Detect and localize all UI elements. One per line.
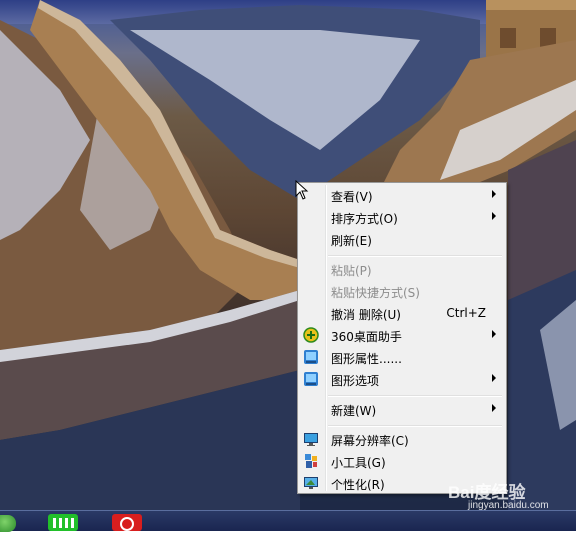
menu-item-label: 屏幕分辨率(C) (331, 434, 409, 448)
screen-resolution-icon (303, 431, 319, 447)
menu-item-undo-delete[interactable]: 撤消 删除(U) Ctrl+Z (300, 303, 504, 325)
menu-item-paste: 粘贴(P) (300, 259, 504, 281)
menu-item-graphics-options[interactable]: 图形选项 (300, 369, 504, 391)
menu-item-label: 粘贴(P) (331, 264, 372, 278)
gadgets-icon (303, 453, 319, 469)
netease-music-app-icon[interactable] (112, 514, 142, 531)
iqiyi-app-icon[interactable] (48, 514, 78, 531)
menu-item-label: 刷新(E) (331, 234, 372, 248)
menu-item-refresh[interactable]: 刷新(E) (300, 229, 504, 251)
watermark-url: jingyan.baidu.com (468, 500, 549, 511)
menu-item-graphics-properties[interactable]: 图形属性...... (300, 347, 504, 369)
menu-item-label: 新建(W) (331, 404, 377, 418)
desktop-context-menu: 查看(V) 排序方式(O) 刷新(E) 粘贴(P) 粘贴快捷方式(S) 撤消 删… (297, 182, 507, 494)
menu-item-screen-resolution[interactable]: 屏幕分辨率(C) (300, 429, 504, 451)
menu-separator (328, 255, 502, 257)
menu-item-label: 查看(V) (331, 190, 373, 204)
menu-item-label: 排序方式(O) (331, 212, 398, 226)
mouse-pointer-icon (295, 180, 309, 200)
menu-item-label: 粘贴快捷方式(S) (331, 286, 420, 300)
baidu-jingyan-watermark: Bai度经验 jingyan.baidu.com (448, 478, 574, 514)
menu-item-sort-by[interactable]: 排序方式(O) (300, 207, 504, 229)
submenu-arrow-icon (492, 330, 496, 338)
360-assistant-icon (303, 327, 319, 343)
menu-separator (328, 395, 502, 397)
menu-item-360-assistant[interactable]: 360桌面助手 (300, 325, 504, 347)
menu-item-label: 图形属性...... (331, 352, 402, 366)
iqiyi-logo-glyph (53, 518, 74, 528)
netease-music-glyph (120, 517, 134, 531)
start-orb-icon[interactable] (0, 515, 16, 532)
menu-item-shortcut: Ctrl+Z (446, 306, 486, 320)
graphics-properties-icon (303, 349, 319, 365)
submenu-arrow-icon (492, 374, 496, 382)
submenu-arrow-icon (492, 212, 496, 220)
menu-item-new[interactable]: 新建(W) (300, 399, 504, 421)
submenu-arrow-icon (492, 404, 496, 412)
graphics-options-icon (303, 371, 319, 387)
submenu-arrow-icon (492, 190, 496, 198)
menu-item-label: 图形选项 (331, 374, 380, 388)
menu-item-label: 撤消 删除(U) (331, 308, 401, 322)
menu-item-label: 个性化(R) (331, 478, 385, 492)
menu-item-view[interactable]: 查看(V) (300, 185, 504, 207)
menu-item-label: 小工具(G) (331, 456, 386, 470)
personalize-icon (303, 475, 319, 491)
menu-separator (328, 425, 502, 427)
menu-item-gadgets[interactable]: 小工具(G) (300, 451, 504, 473)
menu-item-label: 360桌面助手 (331, 330, 402, 344)
menu-item-paste-shortcut: 粘贴快捷方式(S) (300, 281, 504, 303)
